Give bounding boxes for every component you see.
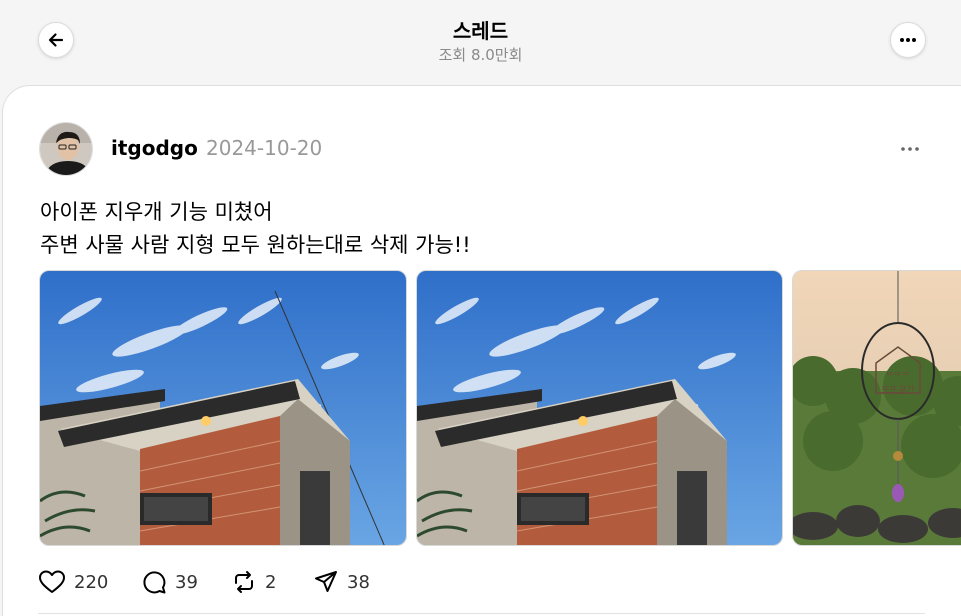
repost-button[interactable]: 2: [231, 566, 276, 598]
post-image-1[interactable]: [39, 270, 407, 546]
like-button[interactable]: 220: [38, 566, 108, 598]
sign-text: 또또공간: [881, 385, 914, 396]
ellipsis-icon: [901, 147, 919, 151]
post-image-2[interactable]: [416, 270, 783, 546]
divider: [38, 613, 925, 614]
reply-button[interactable]: 39: [141, 566, 198, 598]
post-more-button[interactable]: [896, 138, 924, 160]
post-image-3[interactable]: ᄄᄄᄄ 또또공간: [792, 270, 961, 546]
heart-icon: [39, 570, 65, 593]
post-text-line: 아이폰 지우개 기능 미쳤어: [40, 200, 273, 224]
username[interactable]: itgodgo: [111, 136, 198, 160]
post-actions: 220 39 2 38: [38, 566, 438, 598]
comment-icon: [143, 571, 166, 594]
thread-header: 스레드 조회 8.0만회: [0, 0, 961, 84]
post-date[interactable]: 2024-10-20: [206, 136, 322, 160]
share-count: 38: [347, 571, 370, 593]
more-options-button[interactable]: [890, 22, 926, 58]
repost-count: 2: [265, 571, 277, 593]
ellipsis-icon: [900, 38, 916, 42]
page-title: 스레드: [452, 19, 509, 43]
avatar[interactable]: [39, 122, 93, 176]
view-count: 조회 8.0만회: [438, 46, 523, 64]
send-icon: [315, 571, 337, 592]
post-text-line: 주변 사물 사람 지형 모두 원하는대로 삭제 가능!!: [40, 233, 471, 257]
repost-icon: [235, 571, 253, 593]
post-body: 아이폰 지우개 기능 미쳤어 주변 사물 사람 지형 모두 원하는대로 삭제 가…: [40, 196, 471, 262]
share-button[interactable]: 38: [313, 566, 370, 598]
reply-count: 39: [175, 571, 198, 593]
like-count: 220: [74, 571, 109, 593]
svg-text:ᄄᄄᄄ: ᄄᄄᄄ: [886, 372, 911, 382]
